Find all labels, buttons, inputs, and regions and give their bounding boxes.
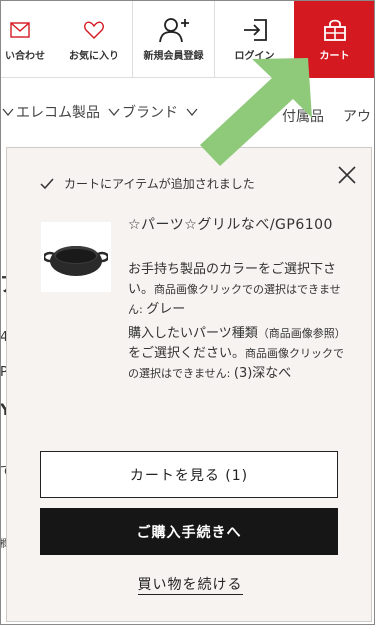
continue-shopping-label: 買い物を続ける xyxy=(137,577,243,595)
product-option-part: 購入したいパーツ種類（商品画像参照）をご選択ください。商品画像クリックでの選択は… xyxy=(128,324,353,384)
added-message: カートにアイテムが追加されました xyxy=(64,177,255,191)
cart-icon xyxy=(323,17,347,43)
add-user-icon xyxy=(158,17,189,43)
option-value: (3)深なべ xyxy=(233,366,292,381)
cart-label: カート xyxy=(319,50,350,62)
option-text: をご選択ください。 xyxy=(128,346,246,361)
cart-added-dialog: カートにアイテムが追加されました ☆パーツ☆グリルなべ/GP6100 お手持ち製… xyxy=(6,147,372,622)
product-name: ☆パーツ☆グリルなべ/GP6100 xyxy=(128,217,333,233)
option-text: 購入したいパーツ種類 xyxy=(128,326,258,341)
close-icon[interactable] xyxy=(337,165,357,185)
site-header: い合わせ お気に入り 新規会員登録 ログイン カート xyxy=(0,0,375,78)
nav-item-label: ブランド xyxy=(122,105,178,121)
product-image xyxy=(41,222,111,292)
heart-icon xyxy=(84,17,104,43)
nav-item-label: エレコム製品 xyxy=(16,105,100,121)
checkout-button[interactable]: ご購入手続きへ xyxy=(40,508,338,555)
favorites-link[interactable]: お気に入り xyxy=(58,0,130,78)
category-nav: エレコム製品 ブランド 付属品 アウ xyxy=(0,78,375,146)
nav-item-accessory[interactable]: 付属品 xyxy=(282,106,324,126)
favorites-label: お気に入り xyxy=(69,50,119,62)
continue-shopping-link[interactable]: 買い物を続ける xyxy=(7,574,373,595)
login-link[interactable]: ログイン xyxy=(214,0,294,78)
nav-item-outlet[interactable]: アウ xyxy=(343,106,371,126)
contact-link[interactable]: い合わせ xyxy=(0,0,50,78)
nav-item-elecom-products[interactable]: エレコム製品 xyxy=(16,102,100,122)
mail-icon xyxy=(10,17,30,43)
login-label: ログイン xyxy=(234,50,275,62)
option-note: （商品画像参照） xyxy=(257,327,346,340)
login-icon xyxy=(242,17,268,43)
contact-label: い合わせ xyxy=(5,50,45,62)
chevron-down-icon xyxy=(108,108,120,117)
register-label: 新規会員登録 xyxy=(143,50,204,62)
cart-link[interactable]: カート xyxy=(294,0,375,78)
product-option-color: お手持ち製品のカラーをご選択下さい。商品画像クリックでの選択はできません: グレ… xyxy=(128,260,353,320)
check-icon xyxy=(40,178,54,189)
register-link[interactable]: 新規会員登録 xyxy=(132,0,214,78)
view-cart-button[interactable]: カートを見る (1) xyxy=(40,451,338,498)
option-value: グレー xyxy=(146,302,186,317)
chevron-down-icon xyxy=(2,108,14,117)
chevron-down-icon xyxy=(186,108,198,117)
added-notice: カートにアイテムが追加されました xyxy=(40,175,255,192)
nav-item-brand[interactable]: ブランド xyxy=(122,102,178,122)
